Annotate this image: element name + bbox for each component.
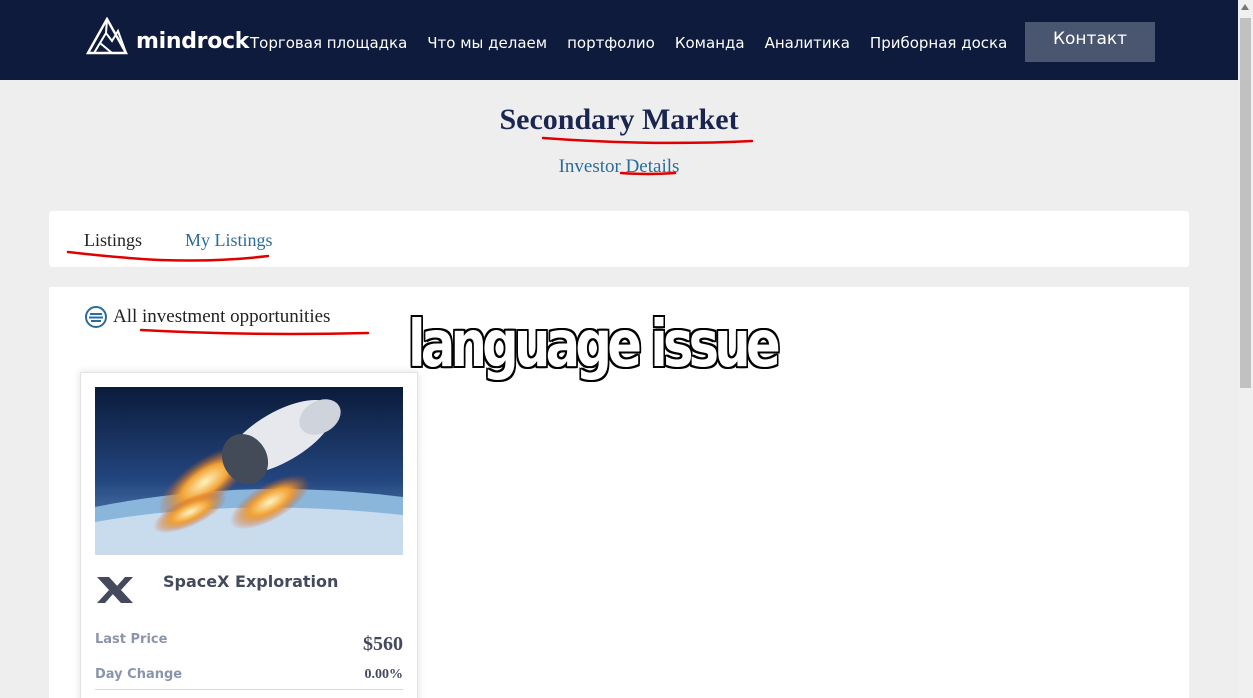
listing-tabs: Listings My Listings: [49, 211, 1189, 267]
nav-what-we-do[interactable]: Что мы делаем: [427, 34, 547, 52]
section-heading: All investment opportunities: [84, 305, 330, 329]
day-change-label: Day Change: [95, 667, 183, 682]
nav-portfolio[interactable]: портфолио: [567, 34, 655, 52]
annotation-text: language issue: [408, 308, 781, 382]
day-change-value: 0.00%: [364, 667, 404, 682]
spacex-x-icon: [97, 577, 133, 603]
main-nav: Торговая площадка Что мы делаем портфоли…: [250, 34, 1027, 52]
mountain-logo-icon: [86, 17, 128, 55]
scrollbar-thumb[interactable]: [1240, 18, 1251, 388]
nav-team[interactable]: Команда: [675, 34, 745, 52]
last-price-value: $560: [363, 633, 403, 655]
tab-listings[interactable]: Listings: [84, 230, 142, 251]
list-circle-icon: [85, 306, 107, 328]
investor-details-link[interactable]: Investor Details: [0, 156, 1238, 178]
row-divider: [95, 689, 403, 690]
last-price-label: Last Price: [95, 632, 168, 647]
top-nav-bar: mindrock Торговая площадка Что мы делаем…: [0, 0, 1238, 80]
page-title: Secondary Market: [499, 103, 739, 136]
section-title: All investment opportunities: [113, 306, 331, 327]
brand-name: mindrock: [136, 28, 250, 54]
nav-analytics[interactable]: Аналитика: [765, 34, 850, 52]
contact-button[interactable]: Контакт: [1025, 22, 1155, 62]
scroll-up-arrow-icon[interactable]: [1241, 4, 1249, 10]
company-name[interactable]: SpaceX Exploration: [163, 572, 338, 591]
tab-my-listings[interactable]: My Listings: [185, 230, 273, 251]
nav-dashboard[interactable]: Приборная доска: [870, 34, 1007, 52]
spacecraft-launch-image: [95, 387, 403, 555]
nav-marketplace[interactable]: Торговая площадка: [250, 34, 407, 52]
brand-logo[interactable]: mindrock: [86, 17, 249, 55]
